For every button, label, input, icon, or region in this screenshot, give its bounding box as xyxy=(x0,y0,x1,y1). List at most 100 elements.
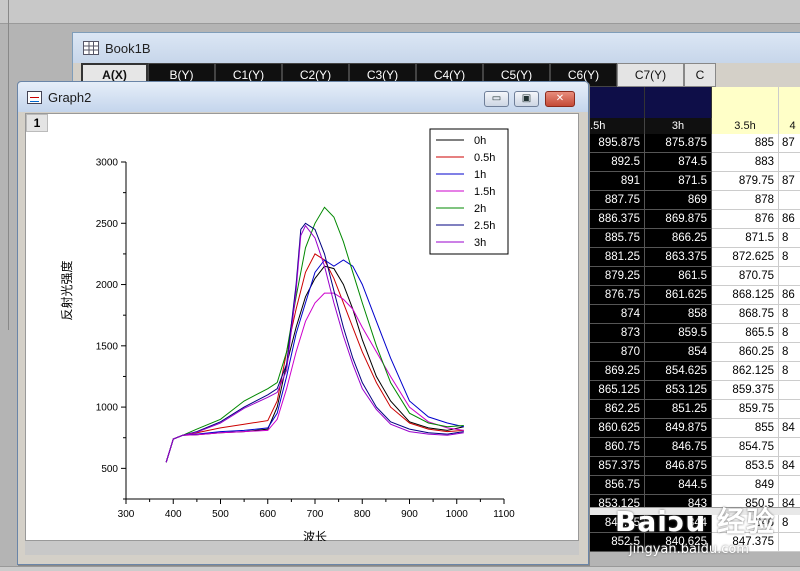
watermark-url: jingyan.baidu.com xyxy=(629,542,749,557)
column-header-c7[interactable]: C7(Y) xyxy=(617,63,684,87)
table-cell[interactable]: 868.75 xyxy=(712,305,779,324)
table-cell[interactable]: 87 xyxy=(779,172,800,191)
table-cell[interactable] xyxy=(779,153,800,172)
close-button[interactable]: ✕ xyxy=(545,91,575,107)
table-cell[interactable]: 875.875 xyxy=(645,134,712,153)
table-cell[interactable]: 874.5 xyxy=(645,153,712,172)
table-cell[interactable]: 859.5 xyxy=(645,324,712,343)
table-cell[interactable]: 8 xyxy=(779,343,800,362)
table-cell[interactable] xyxy=(779,191,800,210)
table-cell[interactable]: 865.5 xyxy=(712,324,779,343)
table-row: 885.75 866.25 871.5 8 xyxy=(578,229,800,248)
x-tick-label: 400 xyxy=(165,509,182,520)
x-tick-label: 800 xyxy=(354,509,371,520)
table-cell[interactable]: 885 xyxy=(712,134,779,153)
table-cell[interactable]: 8 xyxy=(779,229,800,248)
long-name-row xyxy=(578,87,800,118)
table-row: 887.75 869 878 xyxy=(578,191,800,210)
legend-label: 3h xyxy=(474,237,486,249)
table-cell[interactable] xyxy=(779,267,800,286)
table-cell[interactable]: 853.5 xyxy=(712,457,779,476)
table-cell[interactable]: 8 xyxy=(779,305,800,324)
table-cell[interactable]: 861.625 xyxy=(645,286,712,305)
y-tick-label: 2000 xyxy=(96,280,119,291)
table-cell[interactable]: 84 xyxy=(779,457,800,476)
table-cell[interactable]: 86 xyxy=(779,210,800,229)
table-cell[interactable] xyxy=(779,476,800,495)
table-cell[interactable]: 871.5 xyxy=(645,172,712,191)
table-cell[interactable]: 869 xyxy=(645,191,712,210)
column-name[interactable]: 3.5h xyxy=(712,118,779,134)
table-cell[interactable]: 8 xyxy=(779,248,800,267)
table-cell[interactable]: 858 xyxy=(645,305,712,324)
column-header-c8[interactable]: C xyxy=(684,63,716,87)
table-cell[interactable]: 876 xyxy=(712,210,779,229)
table-cell[interactable]: 866.25 xyxy=(645,229,712,248)
table-cell[interactable]: 854.625 xyxy=(645,362,712,381)
table-cell[interactable]: 859.375 xyxy=(712,381,779,400)
series-line-1.5h xyxy=(165,292,464,463)
table-cell[interactable]: 860.25 xyxy=(712,343,779,362)
watermark-logo: Baiɔu 经验 xyxy=(615,505,776,538)
graph-titlebar[interactable]: Graph2 ▭ ▣ ✕ xyxy=(18,82,588,112)
comments-row: 2.5h 3h 3.5h 4 xyxy=(578,118,800,134)
table-cell[interactable]: 878 xyxy=(712,191,779,210)
table-cell[interactable]: 883 xyxy=(712,153,779,172)
y-tick-label: 3000 xyxy=(96,158,119,169)
table-row: 856.75 844.5 849 xyxy=(578,476,800,495)
table-cell[interactable]: 854 xyxy=(645,343,712,362)
minimize-button[interactable]: ▭ xyxy=(484,91,509,107)
table-row: 876.75 861.625 868.125 86 xyxy=(578,286,800,305)
table-cell[interactable] xyxy=(779,438,800,457)
graph-page[interactable]: 1 300 400 500 600 700 800 900 1000 1100 500 1000 15… xyxy=(25,113,580,544)
table-cell[interactable]: 84 xyxy=(779,419,800,438)
worksheet-grid[interactable]: 2.5h 3h 3.5h 4 895.875 875.875 885 87 892.5 8… xyxy=(578,87,800,552)
workbook-title: Book1B xyxy=(105,40,151,56)
table-cell[interactable]: 846.75 xyxy=(645,438,712,457)
table-cell[interactable]: 871.5 xyxy=(712,229,779,248)
layer-indicator[interactable]: 1 xyxy=(26,114,48,132)
table-cell[interactable]: 846.875 xyxy=(645,457,712,476)
header-cell[interactable] xyxy=(645,87,712,118)
table-cell[interactable]: 869.875 xyxy=(645,210,712,229)
series-line-3h xyxy=(165,224,464,463)
table-cell[interactable]: 868.125 xyxy=(712,286,779,305)
y-tick-label: 500 xyxy=(101,464,118,475)
workbook-titlebar[interactable]: Book1B xyxy=(73,33,800,63)
legend-label: 0.5h xyxy=(474,152,495,164)
spectrum-chart[interactable]: 300 400 500 600 700 800 900 1000 1100 500 1000 1500… xyxy=(26,114,580,544)
table-cell[interactable]: 859.75 xyxy=(712,400,779,419)
table-cell[interactable] xyxy=(779,381,800,400)
table-cell[interactable]: 87 xyxy=(779,134,800,153)
table-cell[interactable]: 851.25 xyxy=(645,400,712,419)
table-cell[interactable]: 854.75 xyxy=(712,438,779,457)
watermark: Baiɔu 经验 jingyan.baidu.com xyxy=(615,500,775,557)
table-cell[interactable]: 8 xyxy=(779,514,800,533)
column-name[interactable]: 3h xyxy=(645,118,712,134)
table-cell[interactable]: 872.625 xyxy=(712,248,779,267)
table-cell[interactable]: 861.5 xyxy=(645,267,712,286)
column-name[interactable]: 4 xyxy=(779,118,800,134)
table-cell[interactable]: 86 xyxy=(779,286,800,305)
table-cell[interactable]: 853.125 xyxy=(645,381,712,400)
legend-label: 2h xyxy=(474,203,486,215)
status-bar xyxy=(0,566,800,571)
table-cell[interactable]: 8 xyxy=(779,362,800,381)
table-cell[interactable]: 8 xyxy=(779,324,800,343)
table-cell[interactable]: 863.375 xyxy=(645,248,712,267)
table-row: 895.875 875.875 885 87 xyxy=(578,134,800,153)
table-cell[interactable] xyxy=(779,533,800,552)
graph-window[interactable]: Graph2 ▭ ▣ ✕ 1 300 400 500 600 700 800 900 1000… xyxy=(17,81,589,565)
table-cell[interactable]: 849 xyxy=(712,476,779,495)
header-cell[interactable] xyxy=(712,87,779,118)
table-cell[interactable]: 879.75 xyxy=(712,172,779,191)
y-tick-label: 1000 xyxy=(96,403,119,414)
restore-button[interactable]: ▣ xyxy=(514,91,539,107)
header-cell[interactable] xyxy=(779,87,800,118)
table-cell[interactable]: 855 xyxy=(712,419,779,438)
table-cell[interactable]: 862.125 xyxy=(712,362,779,381)
table-cell[interactable]: 870.75 xyxy=(712,267,779,286)
table-cell[interactable]: 849.875 xyxy=(645,419,712,438)
table-cell[interactable] xyxy=(779,400,800,419)
table-cell[interactable]: 844.5 xyxy=(645,476,712,495)
